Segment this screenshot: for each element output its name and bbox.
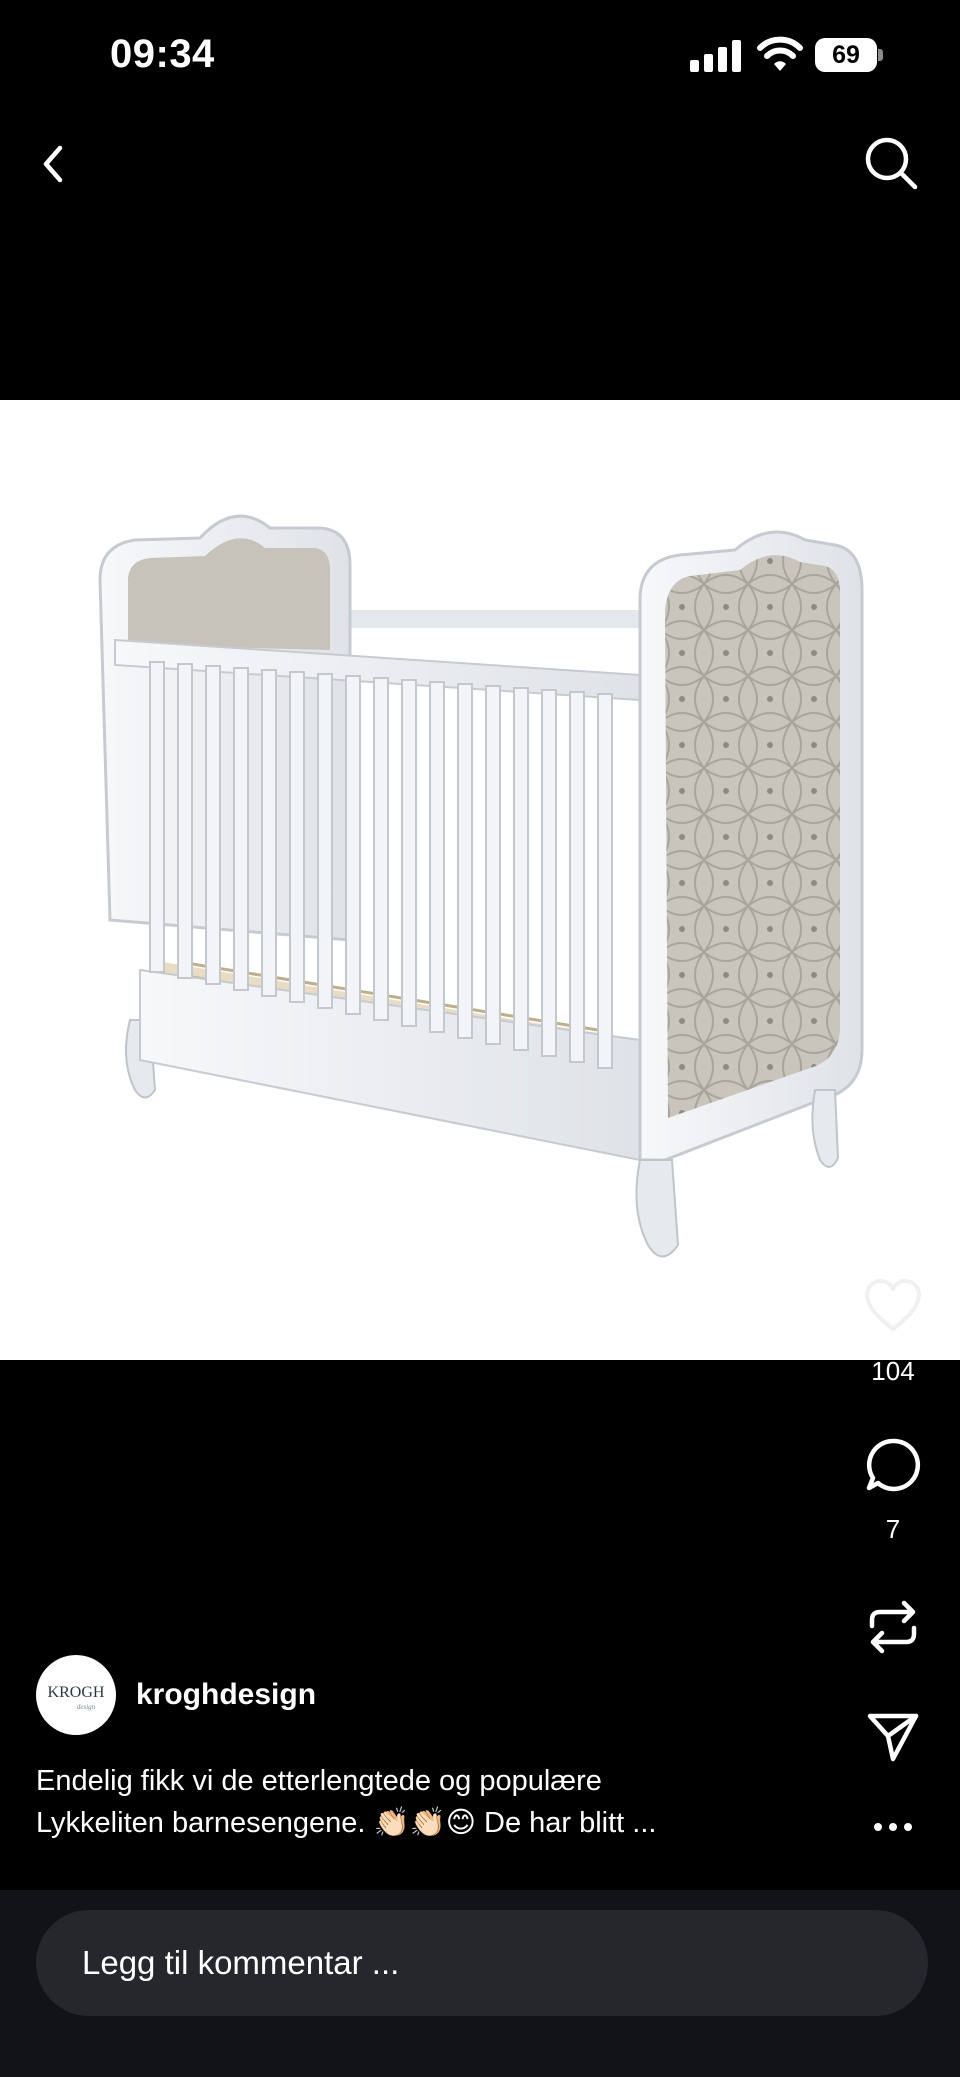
- send-icon: [867, 1713, 919, 1762]
- svg-text:design: design: [77, 1703, 96, 1711]
- heart-icon: [865, 1279, 921, 1331]
- post-author[interactable]: KROGH design kroghdesign: [36, 1655, 316, 1735]
- back-button[interactable]: [28, 138, 80, 190]
- top-nav: [0, 110, 960, 220]
- share-button[interactable]: [858, 1702, 928, 1772]
- crib-image: [98, 514, 864, 1258]
- more-options-button[interactable]: [858, 1792, 928, 1862]
- comment-input[interactable]: Legg til kommentar ...: [36, 1910, 928, 2016]
- caption-line-1: Endelig fikk vi de etterlengtede og popu…: [36, 1765, 602, 1797]
- post-caption[interactable]: Endelig fikk vi de etterlengtede og popu…: [36, 1760, 796, 1844]
- comment-count: 7: [885, 1514, 901, 1544]
- battery-level: 69: [815, 38, 877, 72]
- comment-icon: [866, 1438, 921, 1492]
- svg-text:KROGH: KROGH: [48, 1684, 105, 1701]
- caption-line-2: Lykkeliten barnesengene. 👏🏻👏🏻😊 De har bl…: [36, 1807, 657, 1839]
- search-button[interactable]: [862, 134, 920, 192]
- repost-button[interactable]: [858, 1592, 928, 1662]
- like-button[interactable]: [858, 1270, 928, 1340]
- status-time: 09:34: [110, 32, 215, 76]
- more-icon: [874, 1823, 912, 1831]
- search-icon: [865, 137, 918, 190]
- krogh-logo: KROGH design: [48, 1684, 105, 1711]
- comment-placeholder: Legg til kommentar ...: [82, 1944, 400, 1981]
- comment-bar: Legg til kommentar ...: [0, 1890, 960, 2077]
- comment-button[interactable]: [858, 1430, 928, 1500]
- battery-icon: 69: [815, 38, 883, 72]
- avatar[interactable]: KROGH design: [36, 1655, 116, 1735]
- username[interactable]: kroghdesign: [136, 1678, 316, 1712]
- repost-icon: [869, 1600, 917, 1654]
- status-bar: 09:34 69: [0, 0, 960, 110]
- wifi-icon: [757, 36, 803, 71]
- post-image[interactable]: [0, 400, 960, 1360]
- like-count: 104: [871, 1356, 915, 1386]
- cellular-signal-icon: [690, 38, 742, 72]
- chevron-left-icon: [43, 145, 63, 183]
